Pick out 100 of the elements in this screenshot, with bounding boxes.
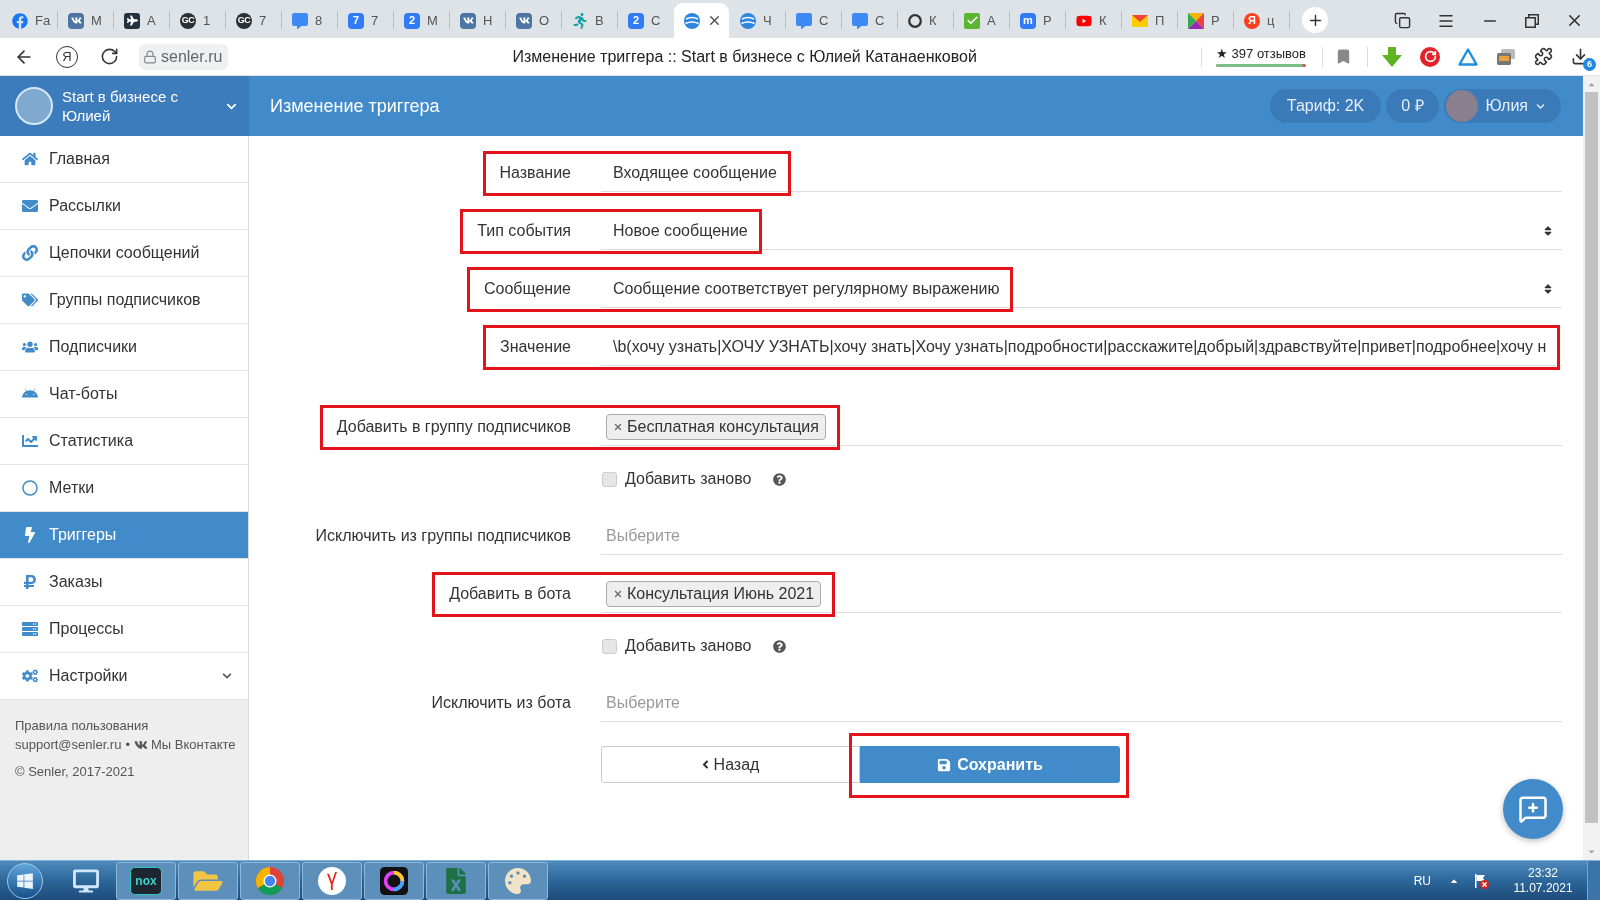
user-menu-button[interactable]: Юлия <box>1443 89 1561 123</box>
arrow-down-icon[interactable] <box>1382 46 1402 67</box>
triangle-icon[interactable] <box>1458 47 1478 66</box>
browser-tab[interactable]: Fa <box>2 3 57 38</box>
page-title: Изменение триггера :: Start в бизнесе с Юлией Катанаенковой <box>512 46 977 67</box>
field-label: Добавить в группу подписчиков <box>336 417 571 437</box>
help-icon[interactable] <box>773 472 787 486</box>
bookmark-icon[interactable] <box>1335 48 1352 65</box>
reload-icon[interactable] <box>100 47 119 66</box>
site-logo-icon: m <box>1020 12 1036 29</box>
site-logo-icon <box>684 12 700 29</box>
browser-tab[interactable]: 2 М <box>394 3 449 38</box>
clock[interactable]: 23:32 11.07.2021 <box>1511 865 1575 896</box>
scrollbar-thumb[interactable] <box>1585 92 1598 823</box>
reviews-link[interactable]: ★ 397 отзывов <box>1216 46 1306 61</box>
browser-tab[interactable]: В <box>562 3 617 38</box>
browser-tab[interactable]: 8 <box>282 3 337 38</box>
tag-field[interactable]: Консультация Июнь 2021 <box>601 575 1562 613</box>
browser-tab[interactable]: Н <box>450 3 505 38</box>
server-icon <box>22 621 38 637</box>
input-field[interactable]: \b(хочу узнать|ХОЧУ УЗНАТЬ|хочу знать|Хочу узнать|подробности|расскажите|добрый|здравствуйте|привет|подробнее|хочу н <box>601 328 1562 366</box>
restore-icon[interactable] <box>1525 13 1539 28</box>
tariff-button[interactable]: Тариф: 2K <box>1269 89 1382 123</box>
email-link[interactable]: support@senler.ru <box>15 735 122 754</box>
separator: • <box>125 736 130 754</box>
site-logo-icon <box>964 12 980 29</box>
back-button[interactable]: Назад <box>601 746 860 783</box>
scrollbar-track[interactable] <box>1583 76 1600 860</box>
field-label: Значение <box>500 337 571 357</box>
browser-tab[interactable]: GC 7 <box>226 3 281 38</box>
line-chart-icon <box>22 433 38 449</box>
browser-tab[interactable]: 2 С <box>618 3 673 38</box>
address-field[interactable]: senler.ru <box>139 43 229 70</box>
project-switcher[interactable]: Start в бизнесе с Юлией <box>0 76 249 136</box>
flag-warning-icon[interactable] <box>1473 872 1489 889</box>
browser-tab[interactable]: 7 7 <box>338 3 393 38</box>
browser-tab[interactable]: GC 1 <box>170 3 225 38</box>
tag-chip[interactable]: Бесплатная консультация <box>606 413 826 440</box>
terms-link[interactable]: Правила пользования <box>15 716 248 735</box>
language-indicator[interactable]: RU <box>1413 871 1431 890</box>
browser-tab[interactable]: Ч <box>730 3 785 38</box>
ruble-icon <box>22 574 38 590</box>
computer-icon[interactable] <box>73 868 99 893</box>
balance-button[interactable]: 0 ₽ <box>1386 89 1439 123</box>
browser-tab[interactable]: М <box>58 3 113 38</box>
browser-tab[interactable]: К <box>898 3 953 38</box>
sidebar-item[interactable]: Триггеры <box>0 512 248 559</box>
tag-chip[interactable]: Консультация Июнь 2021 <box>606 580 822 607</box>
start-button[interactable] <box>7 862 43 899</box>
browser-tab[interactable]: С <box>786 3 841 38</box>
checkbox[interactable] <box>602 471 617 487</box>
browser-tab[interactable]: К <box>1066 3 1121 38</box>
browser-tab[interactable]: m Р <box>1010 3 1065 38</box>
tabs-icon[interactable] <box>1394 12 1411 29</box>
users-icon <box>22 339 38 355</box>
browser-tab[interactable]: А <box>954 3 1009 38</box>
remove-icon[interactable] <box>613 421 623 432</box>
remove-icon[interactable] <box>613 588 623 599</box>
browser-tab[interactable]: Р <box>1178 3 1233 38</box>
site-logo-icon <box>796 12 812 29</box>
checkbox[interactable] <box>602 638 617 654</box>
field-label: Исключить из группы подписчиков <box>315 526 571 546</box>
taskbar-button[interactable] <box>364 861 424 900</box>
chat-button[interactable] <box>1503 779 1563 839</box>
cards-icon[interactable] <box>1496 47 1516 66</box>
field-label: Тип события <box>477 221 571 241</box>
help-icon[interactable] <box>773 639 787 653</box>
chevron-down-icon <box>1536 101 1545 111</box>
sort-arrows-icon <box>1544 224 1552 237</box>
taskbar-button[interactable]: nox <box>116 861 176 900</box>
browser-tab[interactable] <box>674 3 729 38</box>
site-logo-icon <box>1132 14 1148 27</box>
checkbox-label: Добавить заново <box>625 636 752 656</box>
browser-tab[interactable]: Я ц <box>1234 3 1289 38</box>
home-icon <box>22 151 38 167</box>
close-icon[interactable] <box>707 13 722 28</box>
project-name: Start в бизнесе с Юлией <box>62 87 179 125</box>
checkbox-label: Добавить заново <box>625 469 752 489</box>
site-logo-icon: 2 <box>628 12 644 29</box>
save-button[interactable]: Сохранить <box>860 746 1120 783</box>
input-field[interactable]: Входящее сообщение <box>601 154 1562 192</box>
browser-tab[interactable]: О <box>506 3 561 38</box>
browser-wheel-icon <box>256 866 284 895</box>
puzzle-icon[interactable] <box>1534 47 1553 66</box>
browser-tab[interactable]: А <box>114 3 169 38</box>
vk-link[interactable]: Мы Вконтакте <box>134 735 236 754</box>
chevron-left-icon <box>701 758 709 771</box>
select-field[interactable]: Новое сообщение <box>601 212 1562 250</box>
tag-field[interactable]: Бесплатная консультация <box>601 408 1562 446</box>
lock-icon <box>143 49 157 64</box>
browser-tab[interactable]: С <box>842 3 897 38</box>
select-field[interactable]: Сообщение соответствует регулярному выражению <box>601 270 1562 308</box>
site-logo-icon <box>12 12 28 29</box>
new-tab-button[interactable] <box>1302 7 1328 33</box>
site-logo-icon <box>516 12 532 29</box>
avatar-photo <box>1445 90 1478 122</box>
vk-icon <box>134 738 148 751</box>
chevron-down-icon <box>222 671 232 681</box>
browser-tab[interactable]: П <box>1122 3 1177 38</box>
field-label: Сообщение <box>483 279 571 299</box>
